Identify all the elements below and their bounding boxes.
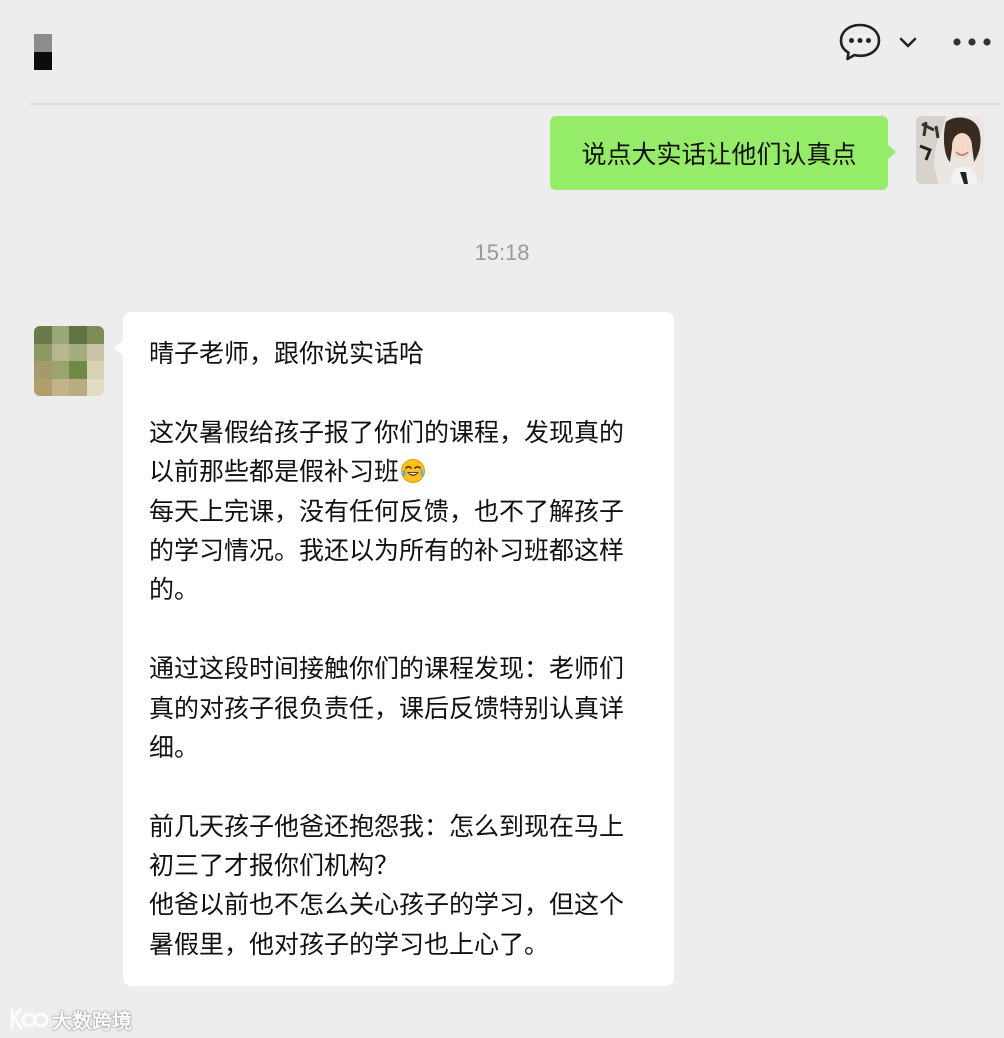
message-line-with-emoji: 以前那些都是假补习班 <box>149 452 654 491</box>
message-line: 细。 <box>149 732 200 762</box>
crying-laughing-emoji-icon <box>401 459 426 484</box>
message-line: 初三了才报你们机构？ <box>149 851 400 881</box>
header-divider <box>30 103 1000 105</box>
self-avatar-image <box>916 116 984 184</box>
incoming-message-bubble[interactable]: 晴子老师，跟你说实话哈 这次暑假给孩子报了你们的课程，发现真的 以前那些都是假补… <box>114 312 674 986</box>
chat-header <box>0 0 1004 103</box>
message-line: 通过这段时间接触你们的课程发现：老师们 <box>149 654 625 684</box>
message-line: 前几天孩子他爸还抱怨我：怎么到现在马上 <box>149 811 625 841</box>
watermark: 大数跨境 <box>8 1004 132 1034</box>
contact-name-redacted <box>34 34 52 70</box>
message-line: 晴子老师，跟你说实话哈 <box>149 339 425 368</box>
message-line: 他爸以前也不怎么关心孩子的学习，但这个 <box>149 890 625 920</box>
message-line: 真的对孩子很负责任，课后反馈特别认真详 <box>149 693 625 723</box>
message-timestamp: 15:18 <box>474 240 530 265</box>
outgoing-message-text: 说点大实话让他们认真点 <box>581 140 857 169</box>
contact-avatar-pixelated[interactable] <box>34 326 104 396</box>
message-line: 的学习情况。我还以为所有的补习班都这样 <box>149 535 625 565</box>
watermark-text: 大数跨境 <box>52 1008 132 1033</box>
message-line: 的。 <box>149 575 200 605</box>
outgoing-message-bubble[interactable]: 说点大实话让他们认真点 <box>550 116 896 190</box>
self-avatar[interactable] <box>916 116 984 184</box>
message-line: 暑假里，他对孩子的学习也上心了。 <box>149 929 550 959</box>
watermark-logo-icon <box>10 1008 48 1030</box>
message-line-text: 以前那些都是假补习班 <box>149 457 400 487</box>
message-line: 每天上完课，没有任何反馈，也不了解孩子 <box>149 496 625 526</box>
message-line: 这次暑假给孩子报了你们的课程，发现真的 <box>149 417 625 447</box>
chevron-down-icon[interactable] <box>897 32 919 52</box>
chat-bubble-icon[interactable] <box>838 22 882 62</box>
more-icon[interactable] <box>952 36 992 48</box>
